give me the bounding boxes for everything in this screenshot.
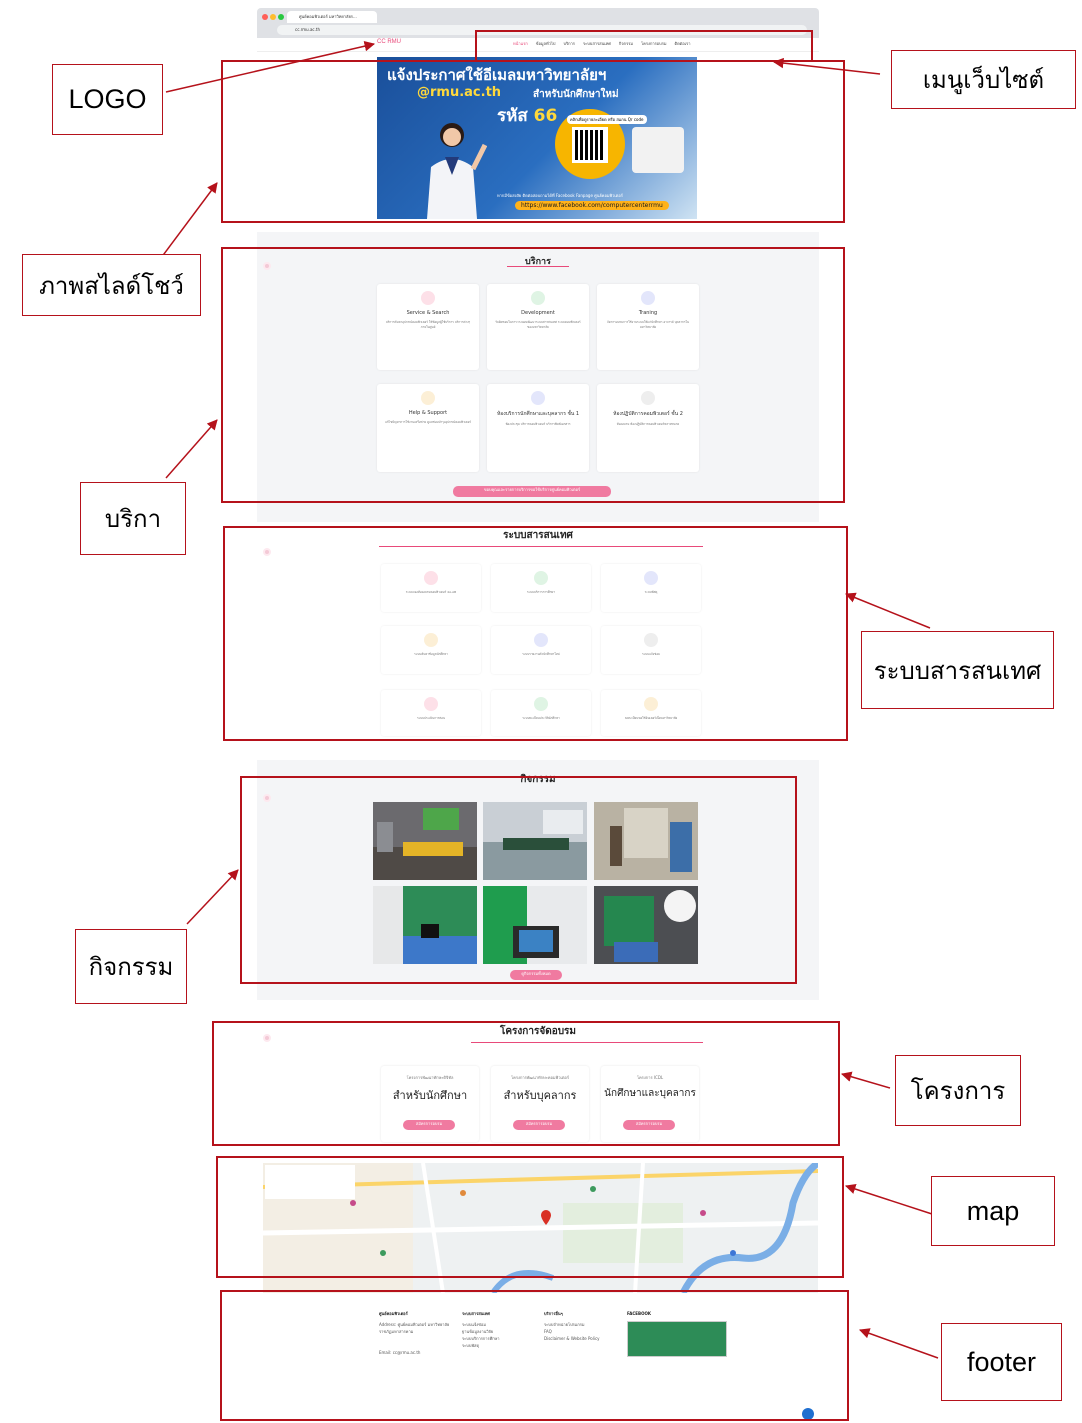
annotation-label-footer: footer — [941, 1323, 1062, 1401]
annotation-label-projects: โครงการ — [895, 1055, 1021, 1126]
annotation-label-logo: LOGO — [52, 64, 163, 135]
annotation-label-map: map — [931, 1176, 1055, 1246]
annotation-arrows — [157, 41, 939, 1359]
annotation-label-menu: เมนูเว็บไซต์ — [891, 50, 1076, 109]
annotation-label-slideshow: ภาพสไลด์โชว์ — [22, 254, 201, 316]
annotation-label-activities: กิจกรรม — [75, 929, 187, 1004]
annotation-label-systems: ระบบสารสนเทศ — [861, 631, 1054, 709]
annotation-label-services: บริกา — [80, 482, 186, 555]
